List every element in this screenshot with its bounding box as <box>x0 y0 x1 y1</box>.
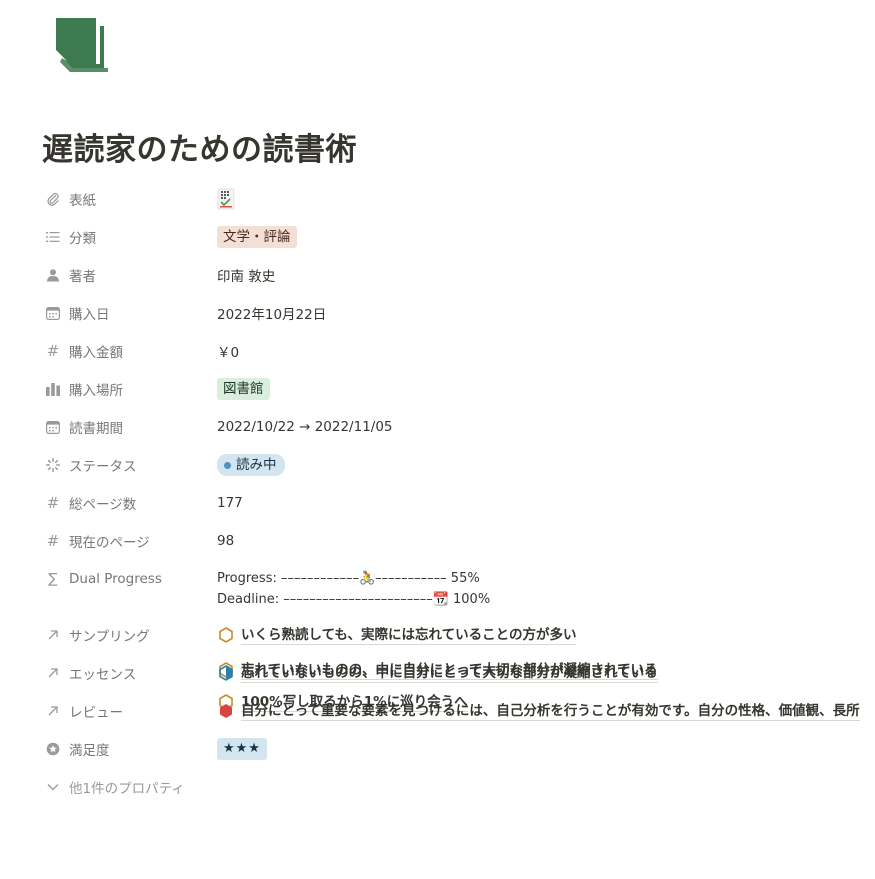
property-row-status: ステータス 読み中 <box>44 446 875 484</box>
property-value-category[interactable]: 文学・評論 <box>217 218 297 256</box>
property-value-cover[interactable] <box>217 180 235 218</box>
paperclip-icon <box>44 190 62 208</box>
property-value-purchase-amount[interactable]: ￥0 <box>217 332 239 370</box>
property-row-current-page: # 現在のページ 98 <box>44 522 875 560</box>
property-label-essence[interactable]: エッセンス <box>44 654 217 692</box>
property-label-current-page[interactable]: # 現在のページ <box>44 522 217 560</box>
property-row-dual-progress: ∑ Dual Progress Progress: ––––––––––––🚴–… <box>44 560 875 616</box>
property-row-purchase-date: 購入日 2022年10月22日 <box>44 294 875 332</box>
property-value-purchase-place[interactable]: 図書館 <box>217 370 270 408</box>
property-row-cover: 表紙 <box>44 180 875 218</box>
book-icon <box>56 18 108 72</box>
hexagon-filled-icon <box>217 702 235 720</box>
sigma-icon: ∑ <box>48 571 58 587</box>
chevron-down-icon <box>44 778 62 796</box>
relation-arrow-icon <box>44 626 62 644</box>
property-row-essence: エッセンス 忘れていないものの、中に自分にとって大切な部分が凝縮されている <box>44 654 875 692</box>
page-title[interactable]: 遅読家のための読書術 <box>42 124 357 169</box>
progress-line: Progress: ––––––––––––🚴––––––––––– 55% <box>217 571 480 586</box>
relation-item[interactable]: 自分にとって重要な要素を見つけるには、自己分析を行うことが有効です。自分の性格、… <box>217 692 875 730</box>
calendar-icon <box>44 418 62 436</box>
page-icon[interactable] <box>56 18 110 76</box>
property-label-cover[interactable]: 表紙 <box>44 180 217 218</box>
property-row-purchase-amount: # 購入金額 ￥0 <box>44 332 875 370</box>
property-value-satisfaction[interactable]: ★★★ <box>217 730 267 768</box>
property-row-total-pages: # 総ページ数 177 <box>44 484 875 522</box>
property-value-dual-progress[interactable]: Progress: ––––––––––––🚴––––––––––– 55% D… <box>217 560 490 610</box>
status-icon <box>44 456 62 474</box>
property-value-status[interactable]: 読み中 <box>217 446 285 484</box>
star-circle-icon <box>44 740 62 758</box>
hexagon-half-icon <box>217 664 235 682</box>
property-value-total-pages[interactable]: 177 <box>217 484 243 522</box>
property-row-satisfaction: 満足度 ★★★ <box>44 730 875 768</box>
property-value-purchase-date[interactable]: 2022年10月22日 <box>217 294 326 332</box>
rating-tag[interactable]: ★★★ <box>217 738 267 760</box>
property-value-author[interactable]: 印南 敦史 <box>217 256 275 294</box>
property-label-status[interactable]: ステータス <box>44 446 217 484</box>
relation-item[interactable]: 忘れていないものの、中に自分にとって大切な部分が凝縮されている <box>217 654 658 692</box>
property-value-current-page[interactable]: 98 <box>217 522 234 560</box>
property-value-essence: 忘れていないものの、中に自分にとって大切な部分が凝縮されている <box>217 654 658 692</box>
hash-icon: # <box>46 532 60 550</box>
property-label-category[interactable]: 分類 <box>44 218 217 256</box>
property-label-purchase-amount[interactable]: # 購入金額 <box>44 332 217 370</box>
property-row-reading-period: 読書期間 2022/10/22 → 2022/11/05 <box>44 408 875 446</box>
property-label-satisfaction[interactable]: 満足度 <box>44 730 217 768</box>
status-dot <box>224 461 231 469</box>
property-value-reading-period[interactable]: 2022/10/22 → 2022/11/05 <box>217 408 393 446</box>
calendar-icon <box>44 304 62 322</box>
property-label-review[interactable]: レビュー <box>44 692 217 730</box>
more-properties-toggle[interactable]: 他1件のプロパティ <box>44 768 875 806</box>
property-label-purchase-place[interactable]: 購入場所 <box>44 370 217 408</box>
status-badge[interactable]: 読み中 <box>217 454 285 476</box>
property-row-category: 分類 文学・評論 <box>44 218 875 256</box>
property-row-purchase-place: 購入場所 図書館 <box>44 370 875 408</box>
property-label-dual-progress[interactable]: ∑ Dual Progress <box>44 560 217 598</box>
place-tag[interactable]: 図書館 <box>217 378 270 400</box>
list-icon <box>44 228 62 246</box>
property-value-review: 自分にとって重要な要素を見つけるには、自己分析を行うことが有効です。自分の性格、… <box>217 692 875 730</box>
relation-item[interactable]: いくら熟読しても、実際には忘れていることの方が多い <box>217 616 658 654</box>
hash-icon: # <box>46 342 60 360</box>
property-label-total-pages[interactable]: # 総ページ数 <box>44 484 217 522</box>
cover-thumbnail[interactable] <box>217 188 235 210</box>
property-row-review: レビュー 自分にとって重要な要素を見つけるには、自己分析を行うことが有効です。自… <box>44 692 875 730</box>
property-row-author: 著者 印南 敦史 <box>44 256 875 294</box>
multiselect-icon <box>44 380 62 398</box>
property-label-reading-period[interactable]: 読書期間 <box>44 408 217 446</box>
hash-icon: # <box>46 494 60 512</box>
hexagon-outline-icon <box>217 626 235 644</box>
property-row-sampling: サンプリング いくら熟読しても、実際には忘れていることの方が多い 忘れていないも… <box>44 616 875 712</box>
relation-arrow-icon <box>44 664 62 682</box>
deadline-line: Deadline: –––––––––––––––––––––––📆 100% <box>217 592 491 607</box>
properties-list: 表紙 分類 文学・評論 著者 印南 敦史 購入日 2022年10月22日 # 購… <box>44 180 875 806</box>
category-tag[interactable]: 文学・評論 <box>217 226 297 248</box>
property-label-sampling[interactable]: サンプリング <box>44 616 217 654</box>
person-icon <box>44 266 62 284</box>
property-label-purchase-date[interactable]: 購入日 <box>44 294 217 332</box>
relation-arrow-icon <box>44 702 62 720</box>
property-label-author[interactable]: 著者 <box>44 256 217 294</box>
